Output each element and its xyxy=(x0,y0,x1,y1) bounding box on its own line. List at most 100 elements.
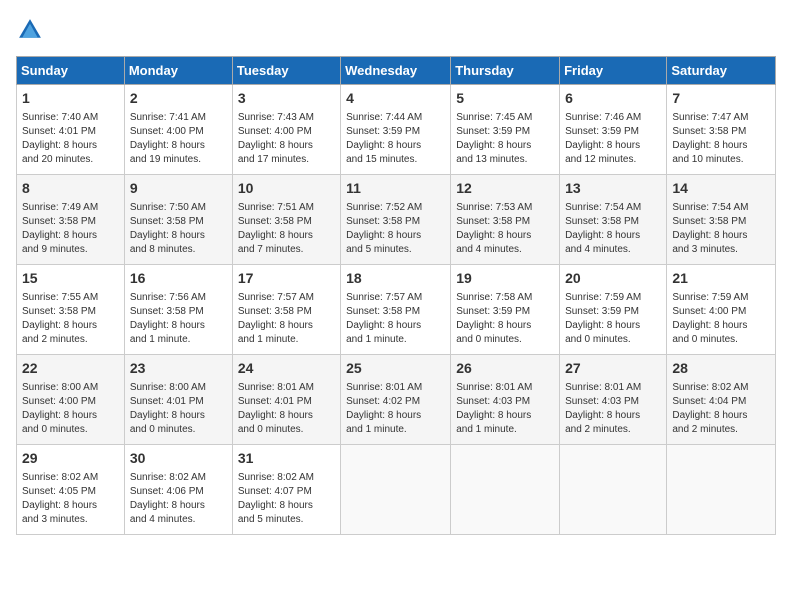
calendar-day-22: 22Sunrise: 8:00 AM Sunset: 4:00 PM Dayli… xyxy=(17,355,125,445)
day-number: 24 xyxy=(238,359,335,379)
empty-cell xyxy=(560,445,667,535)
calendar-day-28: 28Sunrise: 8:02 AM Sunset: 4:04 PM Dayli… xyxy=(667,355,776,445)
day-info: Sunrise: 7:50 AM Sunset: 3:58 PM Dayligh… xyxy=(130,201,227,257)
day-info: Sunrise: 7:47 AM Sunset: 3:58 PM Dayligh… xyxy=(672,111,770,167)
day-number: 30 xyxy=(130,449,227,469)
calendar-day-30: 30Sunrise: 8:02 AM Sunset: 4:06 PM Dayli… xyxy=(124,445,232,535)
page-header xyxy=(16,16,776,44)
day-info: Sunrise: 7:46 AM Sunset: 3:59 PM Dayligh… xyxy=(565,111,661,167)
calendar-day-12: 12Sunrise: 7:53 AM Sunset: 3:58 PM Dayli… xyxy=(451,175,560,265)
calendar-day-1: 1Sunrise: 7:40 AM Sunset: 4:01 PM Daylig… xyxy=(17,85,125,175)
day-info: Sunrise: 7:56 AM Sunset: 3:58 PM Dayligh… xyxy=(130,291,227,347)
day-info: Sunrise: 7:45 AM Sunset: 3:59 PM Dayligh… xyxy=(456,111,554,167)
calendar-day-17: 17Sunrise: 7:57 AM Sunset: 3:58 PM Dayli… xyxy=(232,265,340,355)
day-number: 31 xyxy=(238,449,335,469)
calendar-day-21: 21Sunrise: 7:59 AM Sunset: 4:00 PM Dayli… xyxy=(667,265,776,355)
day-info: Sunrise: 8:01 AM Sunset: 4:01 PM Dayligh… xyxy=(238,381,335,437)
day-info: Sunrise: 7:49 AM Sunset: 3:58 PM Dayligh… xyxy=(22,201,119,257)
logo-icon xyxy=(16,16,44,44)
day-number: 8 xyxy=(22,179,119,199)
calendar-day-11: 11Sunrise: 7:52 AM Sunset: 3:58 PM Dayli… xyxy=(341,175,451,265)
day-info: Sunrise: 7:57 AM Sunset: 3:58 PM Dayligh… xyxy=(346,291,445,347)
day-number: 1 xyxy=(22,89,119,109)
day-number: 14 xyxy=(672,179,770,199)
calendar-day-5: 5Sunrise: 7:45 AM Sunset: 3:59 PM Daylig… xyxy=(451,85,560,175)
calendar-day-23: 23Sunrise: 8:00 AM Sunset: 4:01 PM Dayli… xyxy=(124,355,232,445)
empty-cell xyxy=(667,445,776,535)
calendar-day-2: 2Sunrise: 7:41 AM Sunset: 4:00 PM Daylig… xyxy=(124,85,232,175)
calendar-day-14: 14Sunrise: 7:54 AM Sunset: 3:58 PM Dayli… xyxy=(667,175,776,265)
day-number: 6 xyxy=(565,89,661,109)
day-number: 25 xyxy=(346,359,445,379)
day-number: 11 xyxy=(346,179,445,199)
day-number: 22 xyxy=(22,359,119,379)
day-info: Sunrise: 7:51 AM Sunset: 3:58 PM Dayligh… xyxy=(238,201,335,257)
day-number: 9 xyxy=(130,179,227,199)
day-info: Sunrise: 8:01 AM Sunset: 4:02 PM Dayligh… xyxy=(346,381,445,437)
day-number: 3 xyxy=(238,89,335,109)
day-number: 27 xyxy=(565,359,661,379)
day-number: 18 xyxy=(346,269,445,289)
day-info: Sunrise: 7:53 AM Sunset: 3:58 PM Dayligh… xyxy=(456,201,554,257)
day-info: Sunrise: 7:41 AM Sunset: 4:00 PM Dayligh… xyxy=(130,111,227,167)
calendar-day-15: 15Sunrise: 7:55 AM Sunset: 3:58 PM Dayli… xyxy=(17,265,125,355)
day-number: 28 xyxy=(672,359,770,379)
day-info: Sunrise: 7:40 AM Sunset: 4:01 PM Dayligh… xyxy=(22,111,119,167)
day-info: Sunrise: 8:02 AM Sunset: 4:07 PM Dayligh… xyxy=(238,471,335,527)
day-info: Sunrise: 8:01 AM Sunset: 4:03 PM Dayligh… xyxy=(456,381,554,437)
day-number: 26 xyxy=(456,359,554,379)
calendar-day-29: 29Sunrise: 8:02 AM Sunset: 4:05 PM Dayli… xyxy=(17,445,125,535)
day-info: Sunrise: 7:55 AM Sunset: 3:58 PM Dayligh… xyxy=(22,291,119,347)
day-number: 15 xyxy=(22,269,119,289)
logo xyxy=(16,16,48,44)
day-number: 19 xyxy=(456,269,554,289)
day-info: Sunrise: 8:02 AM Sunset: 4:05 PM Dayligh… xyxy=(22,471,119,527)
day-info: Sunrise: 7:43 AM Sunset: 4:00 PM Dayligh… xyxy=(238,111,335,167)
day-info: Sunrise: 8:01 AM Sunset: 4:03 PM Dayligh… xyxy=(565,381,661,437)
dow-header-thursday: Thursday xyxy=(451,57,560,85)
calendar-day-19: 19Sunrise: 7:58 AM Sunset: 3:59 PM Dayli… xyxy=(451,265,560,355)
day-info: Sunrise: 8:00 AM Sunset: 4:00 PM Dayligh… xyxy=(22,381,119,437)
calendar-day-25: 25Sunrise: 8:01 AM Sunset: 4:02 PM Dayli… xyxy=(341,355,451,445)
empty-cell xyxy=(341,445,451,535)
day-info: Sunrise: 7:59 AM Sunset: 4:00 PM Dayligh… xyxy=(672,291,770,347)
day-info: Sunrise: 8:00 AM Sunset: 4:01 PM Dayligh… xyxy=(130,381,227,437)
calendar-day-24: 24Sunrise: 8:01 AM Sunset: 4:01 PM Dayli… xyxy=(232,355,340,445)
day-number: 10 xyxy=(238,179,335,199)
day-info: Sunrise: 8:02 AM Sunset: 4:06 PM Dayligh… xyxy=(130,471,227,527)
day-number: 23 xyxy=(130,359,227,379)
day-number: 21 xyxy=(672,269,770,289)
calendar-day-26: 26Sunrise: 8:01 AM Sunset: 4:03 PM Dayli… xyxy=(451,355,560,445)
day-info: Sunrise: 7:52 AM Sunset: 3:58 PM Dayligh… xyxy=(346,201,445,257)
dow-header-friday: Friday xyxy=(560,57,667,85)
calendar-table: SundayMondayTuesdayWednesdayThursdayFrid… xyxy=(16,56,776,535)
day-number: 20 xyxy=(565,269,661,289)
dow-header-sunday: Sunday xyxy=(17,57,125,85)
dow-header-saturday: Saturday xyxy=(667,57,776,85)
calendar-day-8: 8Sunrise: 7:49 AM Sunset: 3:58 PM Daylig… xyxy=(17,175,125,265)
calendar-day-13: 13Sunrise: 7:54 AM Sunset: 3:58 PM Dayli… xyxy=(560,175,667,265)
dow-header-tuesday: Tuesday xyxy=(232,57,340,85)
day-number: 7 xyxy=(672,89,770,109)
dow-header-monday: Monday xyxy=(124,57,232,85)
calendar-day-6: 6Sunrise: 7:46 AM Sunset: 3:59 PM Daylig… xyxy=(560,85,667,175)
day-number: 12 xyxy=(456,179,554,199)
calendar-day-27: 27Sunrise: 8:01 AM Sunset: 4:03 PM Dayli… xyxy=(560,355,667,445)
calendar-day-20: 20Sunrise: 7:59 AM Sunset: 3:59 PM Dayli… xyxy=(560,265,667,355)
day-number: 5 xyxy=(456,89,554,109)
day-number: 29 xyxy=(22,449,119,469)
day-info: Sunrise: 7:58 AM Sunset: 3:59 PM Dayligh… xyxy=(456,291,554,347)
day-info: Sunrise: 7:54 AM Sunset: 3:58 PM Dayligh… xyxy=(672,201,770,257)
dow-header-wednesday: Wednesday xyxy=(341,57,451,85)
day-number: 2 xyxy=(130,89,227,109)
calendar-day-31: 31Sunrise: 8:02 AM Sunset: 4:07 PM Dayli… xyxy=(232,445,340,535)
calendar-day-9: 9Sunrise: 7:50 AM Sunset: 3:58 PM Daylig… xyxy=(124,175,232,265)
calendar-day-4: 4Sunrise: 7:44 AM Sunset: 3:59 PM Daylig… xyxy=(341,85,451,175)
calendar-day-3: 3Sunrise: 7:43 AM Sunset: 4:00 PM Daylig… xyxy=(232,85,340,175)
day-info: Sunrise: 7:44 AM Sunset: 3:59 PM Dayligh… xyxy=(346,111,445,167)
empty-cell xyxy=(451,445,560,535)
day-number: 4 xyxy=(346,89,445,109)
calendar-day-7: 7Sunrise: 7:47 AM Sunset: 3:58 PM Daylig… xyxy=(667,85,776,175)
day-number: 13 xyxy=(565,179,661,199)
day-number: 16 xyxy=(130,269,227,289)
